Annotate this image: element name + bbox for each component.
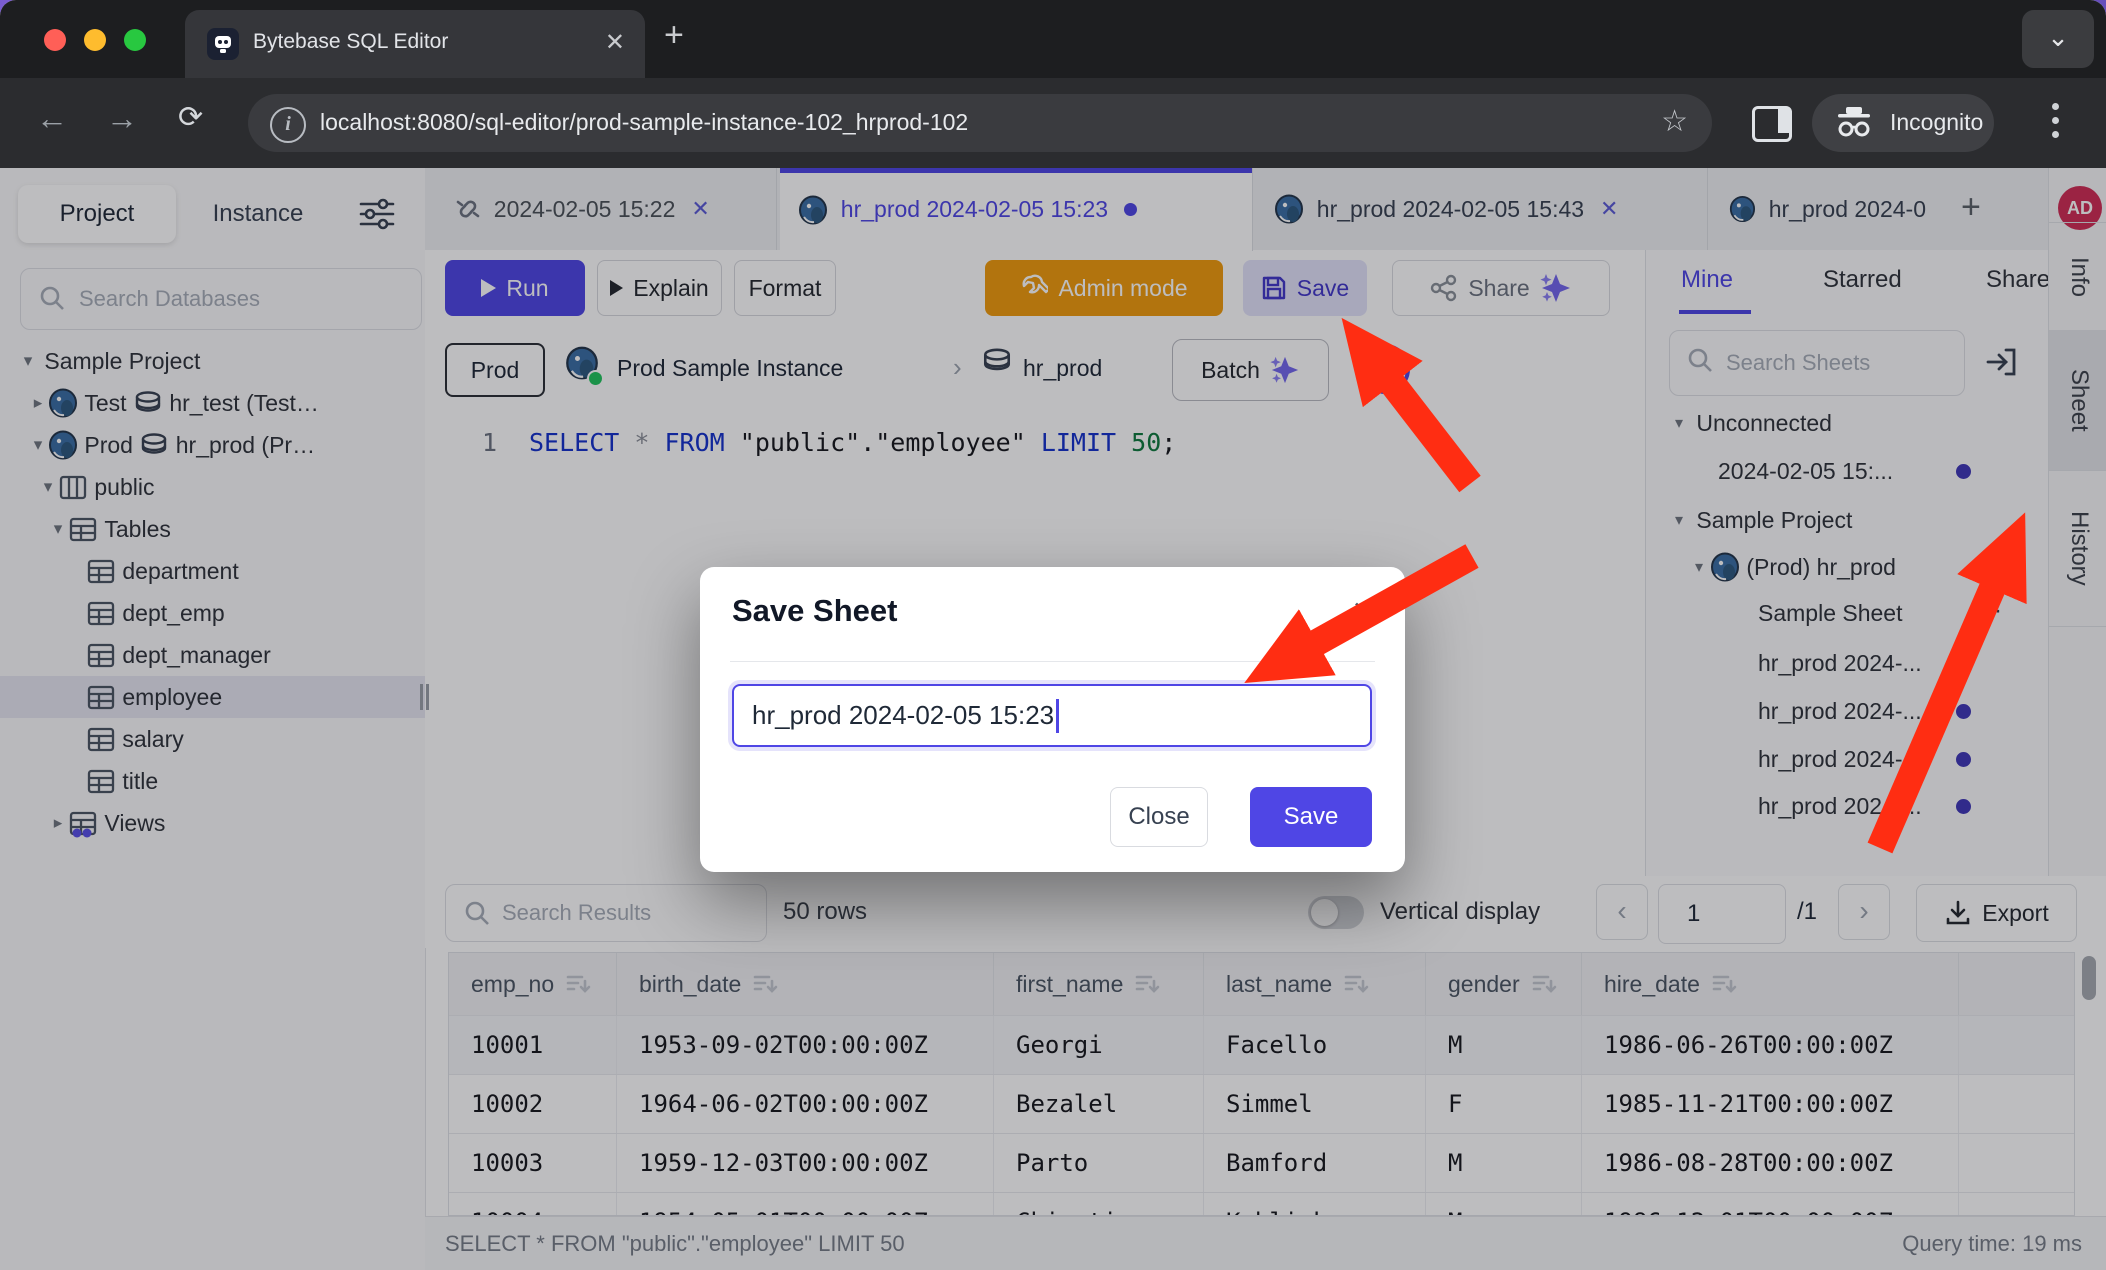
bytebase-favicon-icon (207, 28, 239, 60)
browser-window: Bytebase SQL Editor ✕ + ⌄ ← → ⟳ i localh… (0, 0, 2106, 1270)
address-bar[interactable]: i localhost:8080/sql-editor/prod-sample-… (248, 94, 1712, 152)
browser-tabstrip: Bytebase SQL Editor ✕ + ⌄ (0, 0, 2106, 78)
incognito-badge: Incognito (1812, 94, 1994, 152)
macos-close-button[interactable] (44, 29, 66, 51)
bookmark-star-icon[interactable]: ☆ (1661, 104, 1688, 139)
incognito-label: Incognito (1890, 109, 1983, 136)
new-tab-button[interactable]: + (664, 16, 684, 55)
browser-toolbar: ← → ⟳ i localhost:8080/sql-editor/prod-s… (0, 78, 2106, 168)
dialog-divider (730, 661, 1375, 662)
sheet-name-input[interactable]: hr_prod 2024-02-05 15:23 (732, 684, 1372, 747)
dialog-close-icon[interactable]: ✕ (1352, 595, 1375, 628)
save-sheet-dialog: Save Sheet ✕ hr_prod 2024-02-05 15:23 Cl… (700, 567, 1405, 872)
browser-tab-close-icon[interactable]: ✕ (605, 28, 625, 57)
back-button[interactable]: ← (36, 100, 68, 137)
browser-tab-title: Bytebase SQL Editor (253, 30, 448, 54)
url-text[interactable]: localhost:8080/sql-editor/prod-sample-in… (320, 109, 968, 136)
reload-button[interactable]: ⟳ (178, 100, 203, 135)
text-caret (1056, 699, 1059, 733)
tab-search-chevron-button[interactable]: ⌄ (2022, 10, 2094, 68)
macos-minimize-button[interactable] (84, 29, 106, 51)
forward-button[interactable]: → (106, 100, 138, 137)
bytebase-app: Project Instance ▾ Sample Project ▸ Tes (0, 168, 2106, 1270)
dialog-save-button[interactable]: Save (1250, 787, 1372, 847)
browser-menu-icon[interactable] (2052, 96, 2060, 145)
side-panel-icon[interactable] (1752, 106, 1792, 142)
dialog-title: Save Sheet (732, 593, 897, 629)
incognito-icon (1834, 105, 1874, 141)
site-info-icon[interactable]: i (270, 107, 306, 143)
dialog-close-button[interactable]: Close (1110, 787, 1208, 847)
browser-tab[interactable]: Bytebase SQL Editor ✕ (185, 10, 645, 78)
macos-zoom-button[interactable] (124, 29, 146, 51)
